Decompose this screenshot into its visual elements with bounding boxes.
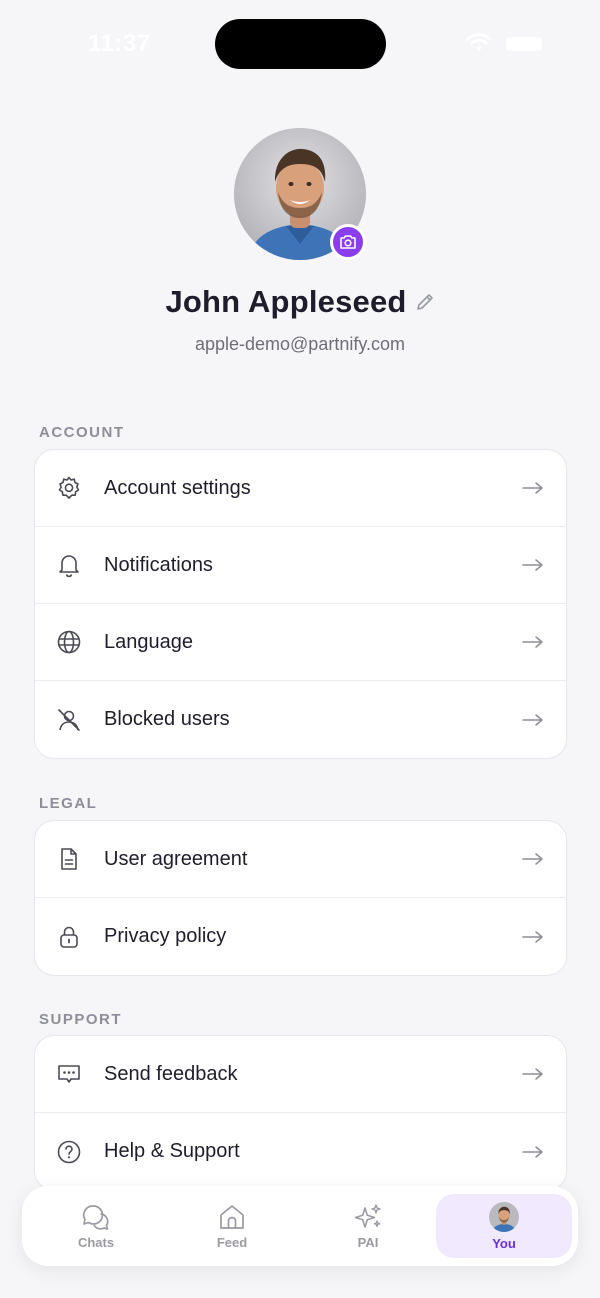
status-time: 11:37 (88, 30, 151, 57)
menu-item-account-settings[interactable]: Account settings (35, 450, 566, 527)
globe-icon (55, 628, 83, 656)
menu-item-user-agreement[interactable]: User agreement (35, 821, 566, 898)
arrow-right-icon (522, 853, 543, 865)
menu-item-notifications[interactable]: Notifications (35, 527, 566, 604)
battery-icon (506, 37, 542, 51)
menu-item-send-feedback[interactable]: Send feedback (35, 1036, 566, 1113)
menu-item-language[interactable]: Language (35, 604, 566, 681)
menu-item-label: Send feedback (104, 1062, 238, 1085)
tab-you[interactable]: You (436, 1194, 572, 1258)
change-photo-button[interactable] (330, 224, 366, 260)
user-blocked-icon (55, 706, 83, 734)
tab-feed[interactable]: Feed (164, 1194, 300, 1258)
tab-chats[interactable]: Chats (28, 1194, 164, 1258)
camera-icon (340, 235, 356, 249)
menu-item-label: Notifications (104, 553, 213, 576)
section-label-account: ACCOUNT (39, 424, 125, 441)
bell-icon (55, 551, 83, 579)
tab-label: Chats (77, 1234, 115, 1250)
lock-icon (55, 923, 83, 951)
menu-item-label: Account settings (104, 476, 251, 499)
menu-item-privacy-policy[interactable]: Privacy policy (35, 898, 566, 975)
arrow-right-icon (522, 559, 543, 571)
avatar-wrap[interactable] (234, 128, 366, 260)
section-label-legal: LEGAL (39, 795, 98, 812)
tab-label: PAI (357, 1234, 379, 1250)
help-icon (55, 1138, 83, 1166)
menu-item-blocked-users[interactable]: Blocked users (35, 681, 566, 758)
tab-pai[interactable]: PAI (300, 1194, 436, 1258)
section-label-support: SUPPORT (39, 1011, 123, 1028)
document-icon (55, 845, 83, 873)
tab-label: You (492, 1235, 516, 1251)
status-bar: 11:37 (0, 0, 600, 90)
legal-card: User agreement Privacy policy (34, 820, 567, 976)
avatar-icon (489, 1201, 519, 1232)
arrow-right-icon (522, 636, 543, 648)
wifi-icon (466, 33, 492, 51)
tab-label: Feed (216, 1234, 248, 1250)
arrow-right-icon (522, 1145, 543, 1158)
account-card: Account settings Notifications Language (34, 449, 567, 759)
arrow-right-icon (522, 482, 543, 494)
menu-item-help-support[interactable]: Help & Support (35, 1113, 566, 1190)
pencil-icon[interactable] (415, 292, 435, 312)
arrow-right-icon (522, 930, 543, 943)
arrow-right-icon (522, 1068, 543, 1080)
menu-item-label: Privacy policy (104, 925, 227, 947)
support-card: Send feedback Help & Support (34, 1035, 567, 1191)
feedback-icon (55, 1060, 83, 1088)
arrow-right-icon (522, 713, 543, 726)
tab-bar: Chats Feed PAI You (22, 1186, 578, 1266)
menu-item-label: Blocked users (104, 708, 230, 730)
dynamic-island (215, 19, 386, 69)
menu-item-label: Help & Support (104, 1140, 240, 1162)
profile-email: apple-demo@partnify.com (194, 334, 406, 354)
chat-bubbles-icon (82, 1204, 109, 1230)
profile-name: John Appleseed (165, 284, 407, 319)
menu-item-label: User agreement (104, 847, 248, 870)
profile-header: John Appleseed apple-demo@partnify.com (0, 128, 600, 355)
gear-icon (55, 474, 83, 502)
menu-item-label: Language (104, 630, 193, 653)
sparkles-icon (354, 1203, 381, 1228)
home-icon (220, 1204, 244, 1229)
